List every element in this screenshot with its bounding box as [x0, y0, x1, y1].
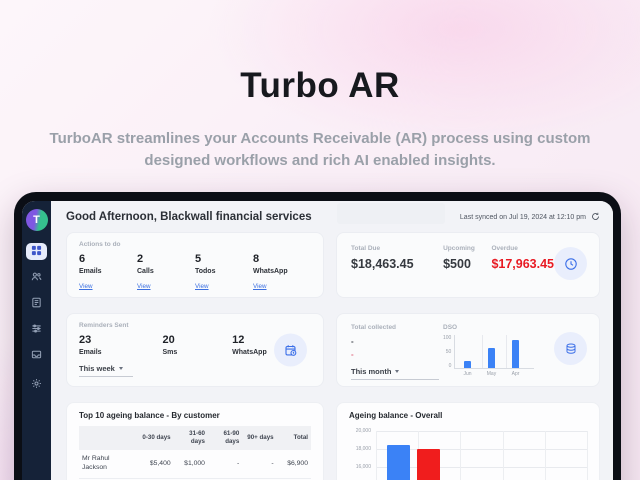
table-row: Mr Rahul Jackson $5,400 $1,000 - - $6,90… — [79, 450, 311, 479]
greeting-heading: Good Afternoon, Blackwall financial serv… — [66, 211, 312, 223]
upcoming-label: Upcoming — [443, 245, 475, 252]
view-calls-link[interactable]: View — [137, 283, 151, 290]
reminder-emails-count: 23 — [79, 334, 92, 346]
last-synced-text: Last synced on Jul 19, 2024 at 12:10 pm — [459, 213, 586, 221]
emails-count: 6 — [79, 253, 86, 265]
actions-card-title: Actions to do — [79, 241, 121, 248]
stat-reminder-sms: 20 Sms — [163, 334, 233, 356]
dso-bar-jun — [464, 360, 472, 368]
stat-emails: 6 Emails View — [79, 253, 137, 293]
ageing-overall-chart: 20,000 18,000 16,000 14,000 12,000 10,00… — [349, 428, 589, 480]
sliders-icon — [31, 321, 42, 339]
upcoming-value: $500 — [443, 257, 471, 271]
this-week-dropdown[interactable]: This week — [79, 362, 133, 377]
gear-icon — [31, 376, 42, 394]
y-tick: 18,000 — [355, 446, 371, 452]
overdue-label: Overdue — [491, 245, 518, 252]
dashboard-screen: T Good Afternoon, Blackwall financial se… — [22, 201, 613, 480]
view-emails-link[interactable]: View — [79, 283, 93, 290]
sidebar-item-invoices[interactable] — [26, 295, 47, 312]
table-header-row: 0-30 days 31-60 days 61-90 days 90+ days… — [79, 426, 311, 451]
page-subtitle: TurboAR streamlines your Accounts Receiv… — [49, 130, 591, 169]
whatsapp-label: WhatsApp — [253, 268, 288, 275]
ageing-chart-title: Ageing balance - Overall — [349, 411, 443, 420]
total-due-label: Total Due — [351, 245, 381, 252]
calendar-clock-icon — [274, 333, 307, 367]
dso-xtick: Apr — [511, 371, 520, 377]
emails-label: Emails — [79, 268, 102, 275]
y-tick: 20,000 — [355, 428, 371, 434]
calls-count: 2 — [137, 253, 144, 265]
ageing-bar-overdue — [417, 449, 440, 480]
todos-label: Todos — [195, 268, 216, 275]
chevron-down-icon — [118, 367, 123, 370]
this-month-dropdown[interactable]: This month — [351, 365, 439, 380]
view-whatsapp-link[interactable]: View — [253, 283, 267, 290]
dso-mini-chart: DSO 100 50 0 Jun May Apr — [443, 324, 535, 386]
sidebar: T — [22, 201, 51, 480]
stat-todos: 5 Todos View — [195, 253, 253, 293]
actions-to-do-card: Actions to do 6 Emails View 2 Calls View… — [66, 232, 324, 298]
sidebar-item-customers[interactable] — [26, 269, 47, 286]
dashboard-main: Good Afternoon, Blackwall financial serv… — [51, 201, 613, 480]
y-tick: 16,000 — [355, 464, 371, 470]
total-collected-secondary-value: - — [351, 350, 354, 359]
ageing-bar-total-due — [387, 444, 410, 480]
grid-icon — [31, 243, 42, 261]
coins-icon — [554, 332, 587, 365]
reminder-sms-count: 20 — [162, 334, 175, 346]
sidebar-item-settings[interactable] — [26, 376, 47, 393]
reminders-card-title: Reminders Sent — [79, 322, 129, 329]
page-title: Turbo AR — [240, 66, 400, 105]
chevron-down-icon — [395, 370, 400, 373]
sidebar-item-inbox[interactable] — [26, 347, 47, 364]
sidebar-item-dashboard[interactable] — [26, 243, 47, 260]
turbo-ar-logo[interactable]: T — [25, 209, 48, 231]
dso-bar-apr — [512, 339, 520, 368]
whatsapp-count: 8 — [253, 253, 260, 265]
inbox-icon — [31, 347, 42, 365]
reminders-sent-card: Reminders Sent 23 Emails 20 Sms 12 Whats… — [66, 313, 324, 387]
view-todos-link[interactable]: View — [195, 283, 209, 290]
stat-calls: 2 Calls View — [137, 253, 195, 293]
ageing-overall-card: Ageing balance - Overall 20,000 18,000 1… — [336, 402, 600, 480]
ageing-table: 0-30 days 31-60 days 61-90 days 90+ days… — [79, 426, 311, 480]
dso-xtick: Jun — [463, 371, 472, 377]
dso-label: DSO — [443, 324, 458, 331]
document-icon — [31, 295, 42, 313]
total-due-value: $18,463.45 — [351, 257, 414, 271]
users-icon — [31, 269, 42, 287]
dso-xtick: May — [486, 371, 497, 377]
calls-label: Calls — [137, 268, 154, 275]
ageing-by-customer-card: Top 10 ageing balance - By customer 0-30… — [66, 402, 324, 480]
table-card-title: Top 10 ageing balance - By customer — [79, 411, 220, 420]
refresh-icon[interactable] — [591, 212, 600, 223]
stat-whatsapp: 8 WhatsApp View — [253, 253, 311, 293]
total-due-card: Total Due $18,463.45 Upcoming $500 Overd… — [336, 232, 600, 298]
reminder-sms-label: Sms — [162, 349, 178, 356]
dashboard-device-frame: T Good Afternoon, Blackwall financial se… — [14, 192, 621, 480]
clock-icon — [554, 247, 587, 280]
total-collected-label: Total collected — [351, 324, 397, 331]
total-collected-card: Total collected - - This month DSO 100 5… — [336, 313, 600, 387]
sidebar-item-workflows[interactable] — [26, 321, 47, 338]
stat-reminder-emails: 23 Emails — [79, 334, 163, 356]
total-collected-value: - — [351, 337, 354, 346]
dso-bar-may — [488, 348, 496, 368]
todos-count: 5 — [195, 253, 202, 265]
overdue-value: $17,963.45 — [491, 257, 554, 271]
reminder-emails-label: Emails — [79, 349, 102, 356]
